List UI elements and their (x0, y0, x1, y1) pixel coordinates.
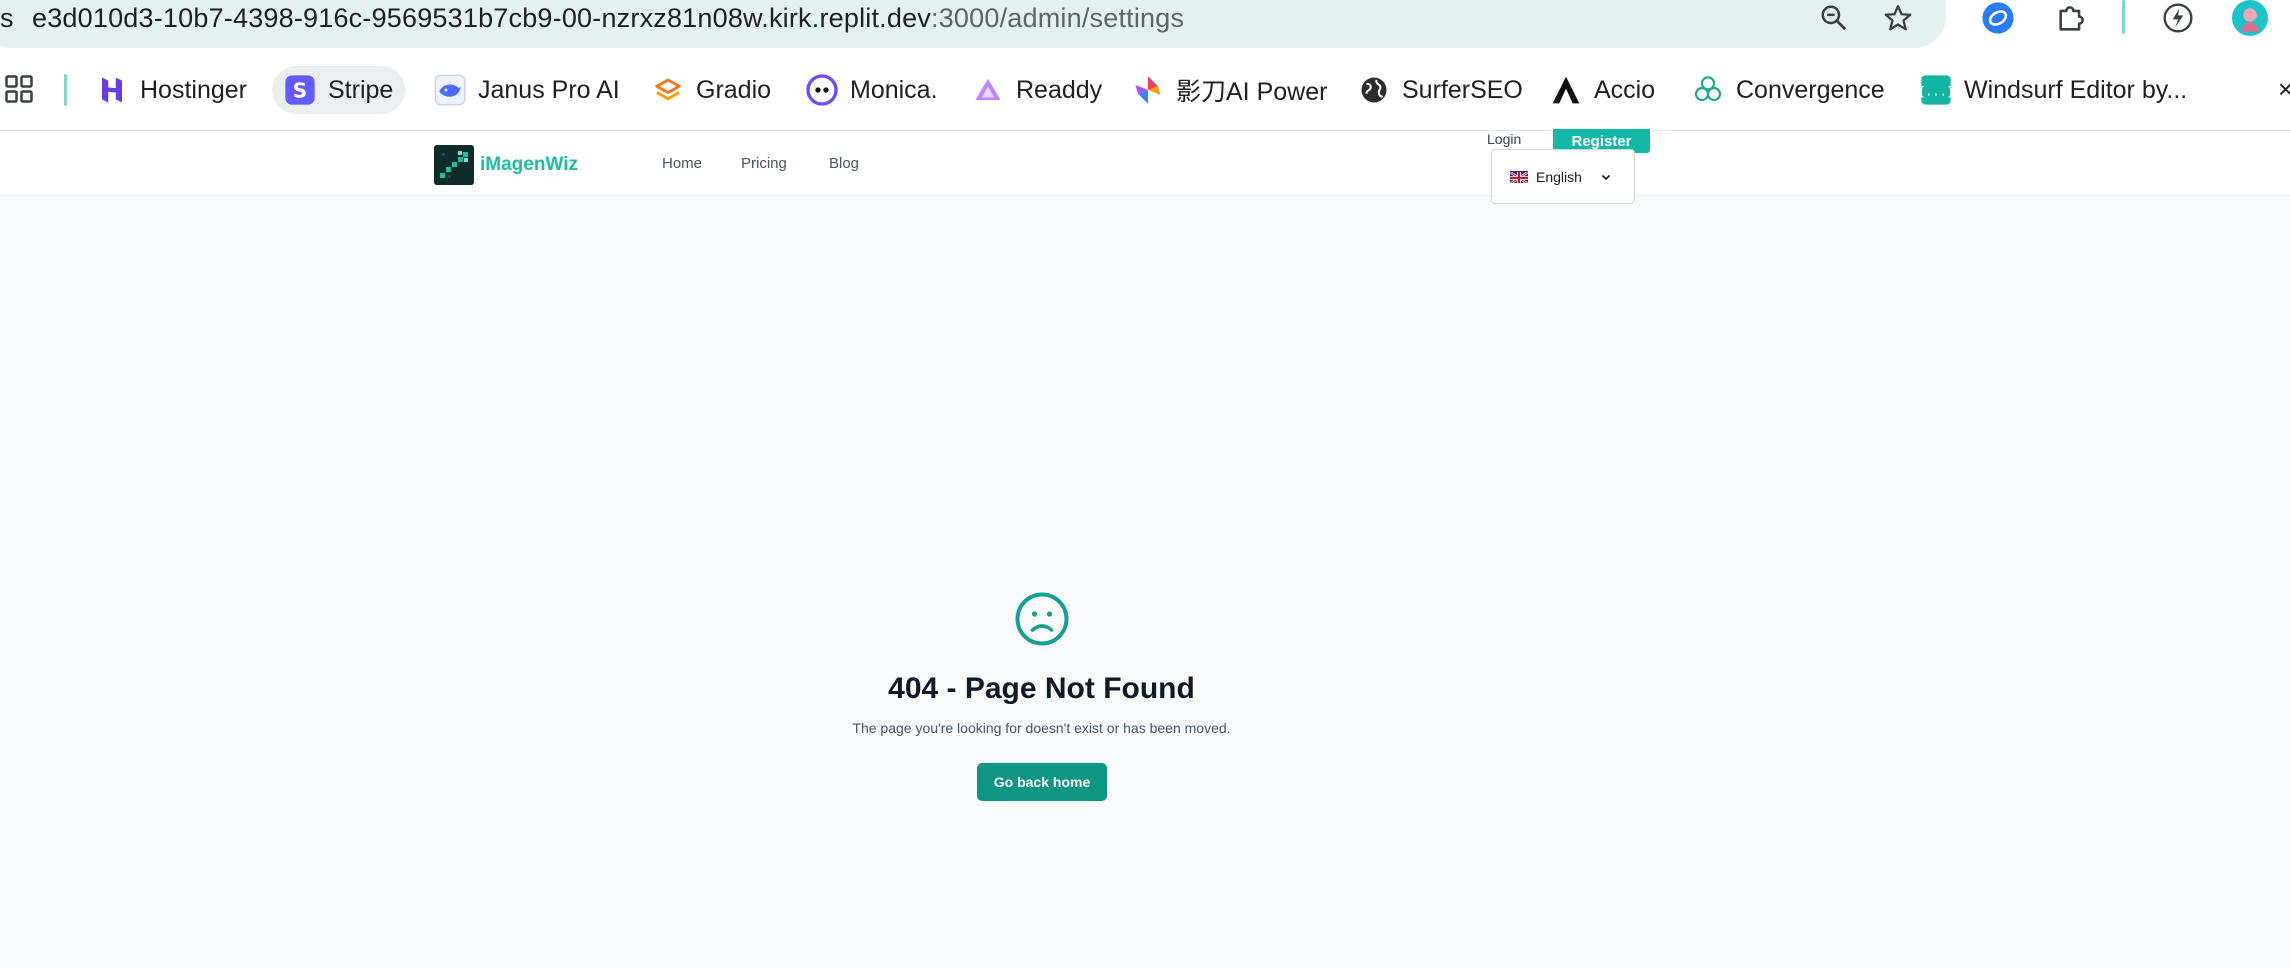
url-text[interactable]: e3d010d3-10b7-4398-916c-9569531b7cb9-00-… (32, 2, 1184, 34)
imagenwiz-logo-icon (434, 145, 474, 185)
bookmark-label: Hostinger (140, 75, 247, 104)
yingdao-icon (1132, 74, 1164, 106)
profile-avatar-icon[interactable] (2230, 0, 2270, 36)
language-label: English (1536, 168, 1582, 185)
extension-circle-icon[interactable] (1978, 0, 2018, 36)
bookmark-gradio[interactable]: Gradio (640, 66, 783, 114)
bookmark-star-icon[interactable] (1880, 0, 1916, 36)
brand-name: iMagenWiz (480, 154, 578, 175)
uk-flag-icon (1510, 170, 1528, 183)
bookmark-label: Janus Pro AI (478, 75, 620, 104)
monica-icon (806, 74, 838, 106)
globe-icon (1358, 74, 1390, 106)
bookmark-label: Gradio (696, 75, 772, 104)
bookmarks-divider (64, 74, 67, 106)
bookmark-label: SurferSEO (1402, 75, 1523, 104)
svg-text:S: S (293, 78, 307, 102)
bookmark-label: Readdy (1016, 75, 1103, 104)
bookmark-label: Convergence (1736, 75, 1885, 104)
hostinger-icon (96, 74, 128, 106)
janus-whale-icon (434, 74, 466, 106)
bookmark-label: Monica. (850, 75, 938, 104)
address-row: s e3d010d3-10b7-4398-916c-9569531b7cb9-0… (0, 0, 2290, 60)
error-message: The page you're looking for doesn't exis… (852, 720, 1231, 736)
url-host: e3d010d3-10b7-4398-916c-9569531b7cb9-00-… (32, 3, 932, 33)
language-selector[interactable]: English (1491, 149, 1635, 204)
gradio-icon (652, 74, 684, 106)
readdy-icon (972, 74, 1004, 106)
chevron-down-icon (1600, 171, 1612, 183)
url-leading-char: s (0, 3, 14, 33)
bookmark-monica[interactable]: Monica. (794, 66, 950, 114)
convergence-icon (1692, 74, 1724, 106)
bookmark-accio[interactable]: Accio (1538, 66, 1667, 114)
bookmark-yingdao-ai-power[interactable]: 影刀AI Power (1120, 66, 1339, 114)
bookmark-convergence[interactable]: Convergence (1680, 66, 1897, 114)
bookmark-label: Accio (1594, 75, 1656, 104)
bookmark-label: Windsurf Editor by... (1964, 75, 2188, 104)
puzzle-extension-icon[interactable] (2052, 0, 2092, 36)
toolbar-divider (2122, 0, 2125, 34)
leaf-extension-icon[interactable] (2158, 0, 2198, 36)
nav-pricing-link[interactable]: Pricing (741, 155, 787, 172)
accio-icon (1550, 74, 1582, 106)
app-navbar: iMagenWiz Home Pricing Blog Login Regist… (0, 129, 2290, 204)
url-path: :3000/admin/settings (931, 3, 1185, 33)
brand-logo[interactable]: iMagenWiz (434, 145, 578, 185)
bookmark-janus-pro-ai[interactable]: Janus Pro AI (422, 66, 632, 114)
bookmark-windsurf-editor[interactable]: {...} Windsurf Editor by... (1908, 66, 2199, 114)
error-title: 404 - Page Not Found (888, 672, 1195, 705)
sad-face-icon (1014, 591, 1070, 647)
apps-grid-icon[interactable] (4, 74, 36, 106)
windsurf-icon: {...} (1920, 74, 1952, 106)
svg-text:{...}: {...} (1920, 84, 1952, 98)
nav-blog-link[interactable]: Blog (829, 155, 859, 172)
stripe-icon: S (284, 74, 316, 106)
go-back-home-button[interactable]: Go back home (977, 763, 1107, 801)
bookmark-hostinger[interactable]: Hostinger (84, 66, 259, 114)
bookmark-readdy[interactable]: Readdy (960, 66, 1114, 114)
bookmarks-bar: Hostinger S Stripe Janus Pro AI Gradio M… (0, 66, 2290, 114)
nav-home-link[interactable]: Home (662, 155, 702, 172)
login-link[interactable]: Login (1487, 131, 1521, 147)
zoom-out-icon[interactable] (1816, 0, 1852, 36)
bookmark-label: 影刀AI Power (1176, 78, 1328, 106)
bookmark-label: Stripe (328, 75, 394, 104)
bookmarks-overflow-close-icon[interactable]: × (2278, 74, 2290, 105)
browser-chrome: s e3d010d3-10b7-4398-916c-9569531b7cb9-0… (0, 0, 2290, 130)
bookmark-surferseo[interactable]: SurferSEO (1346, 66, 1535, 114)
bookmark-stripe[interactable]: S Stripe (272, 66, 406, 114)
